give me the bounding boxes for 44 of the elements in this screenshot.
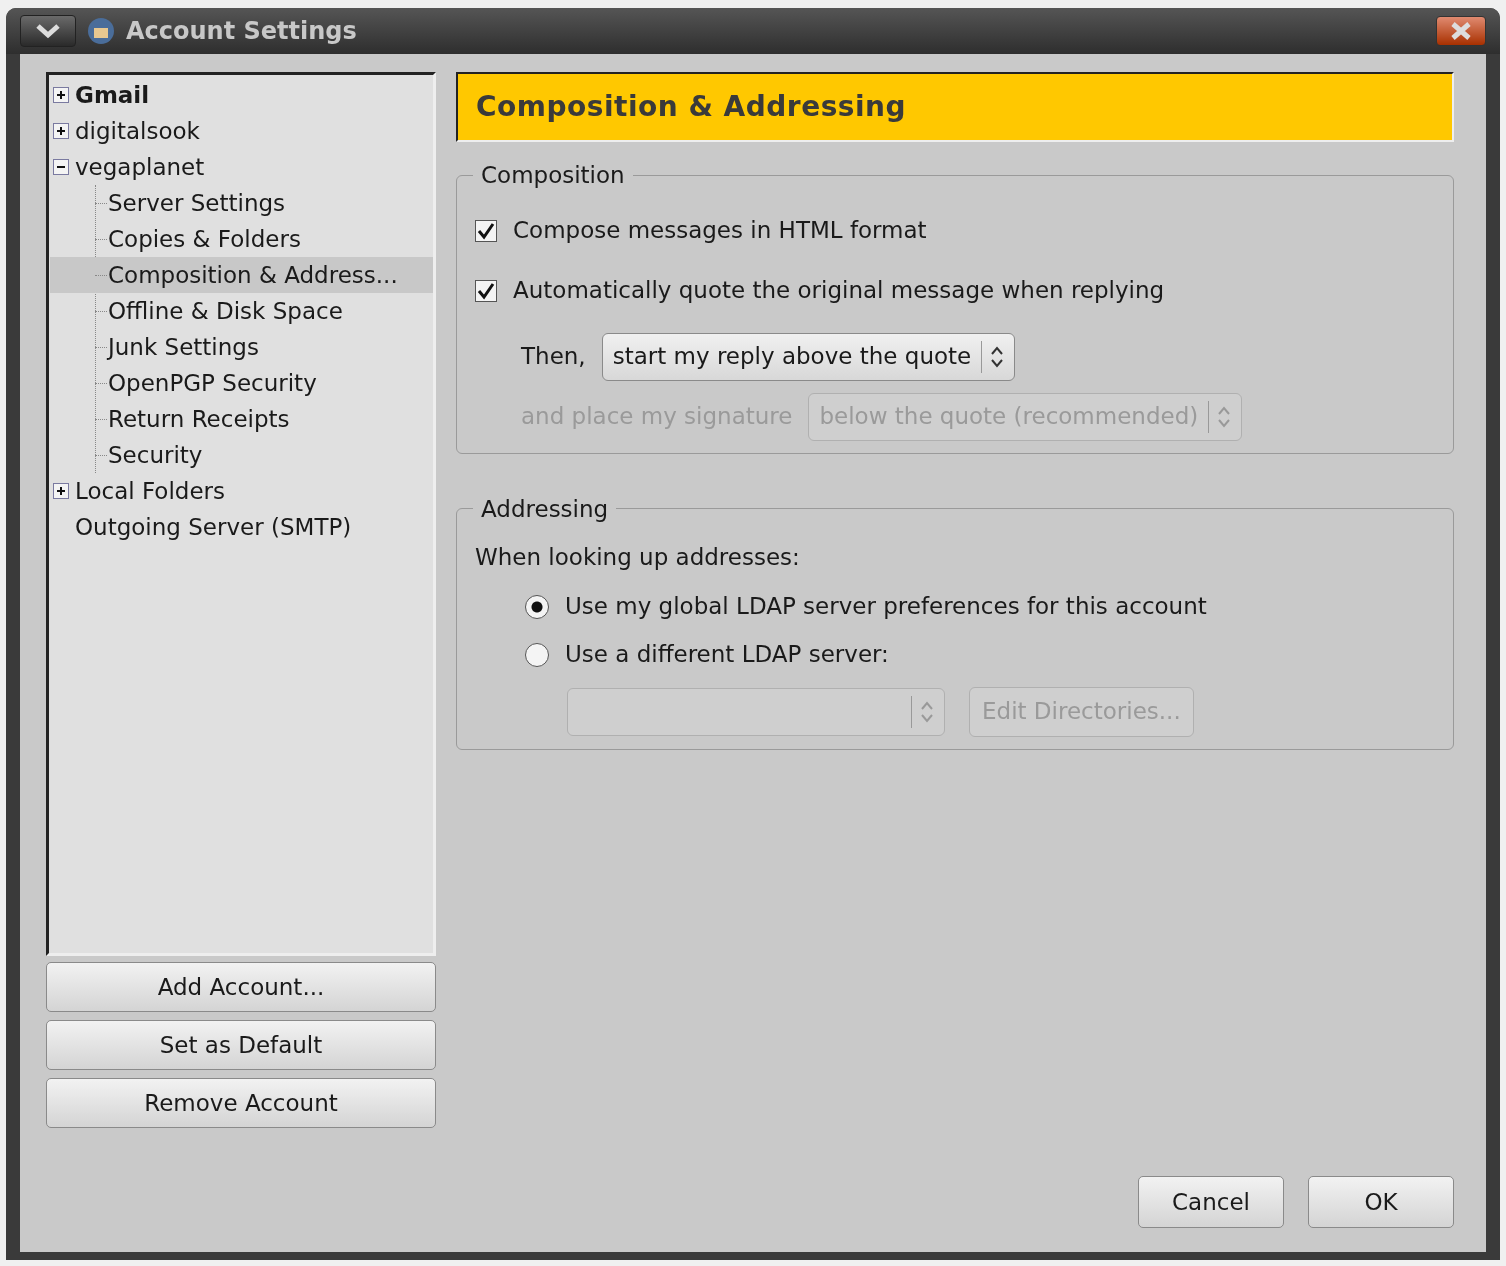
tree-item[interactable]: digitalsook (49, 113, 433, 149)
group-legend: Addressing (473, 491, 617, 526)
tree-item[interactable]: Return Receipts (50, 401, 433, 437)
tree-item[interactable]: Outgoing Server (SMTP) (49, 509, 433, 545)
tree-item[interactable]: Composition & Address... (50, 257, 433, 293)
window-title: Account Settings (126, 16, 357, 47)
account-button[interactable]: Set as Default (46, 1020, 436, 1070)
expand-icon[interactable] (53, 123, 69, 139)
dialog-button[interactable]: Cancel (1138, 1176, 1284, 1228)
checkbox-label: Compose messages in HTML format (513, 216, 927, 246)
dialog-button[interactable]: OK (1308, 1176, 1454, 1228)
account-button[interactable]: Remove Account (46, 1078, 436, 1128)
expand-icon[interactable] (53, 87, 69, 103)
tree-item[interactable]: vegaplanet (49, 149, 433, 185)
checkbox[interactable] (475, 219, 497, 242)
radio-label: Use a different LDAP server: (565, 640, 889, 670)
close-button[interactable] (1436, 16, 1486, 46)
tree-item[interactable]: Junk Settings (50, 329, 433, 365)
radio-label: Use my global LDAP server preferences for this account (565, 592, 1207, 622)
field-label: Then, (521, 342, 586, 372)
tree-item[interactable]: Offline & Disk Space (50, 293, 433, 329)
tree-item[interactable]: Server Settings (50, 185, 433, 221)
tree-item[interactable]: Copies & Folders (50, 221, 433, 257)
up-down-arrows-icon (920, 699, 934, 724)
close-icon (1449, 22, 1473, 40)
radio-button[interactable] (525, 594, 549, 619)
tree-item[interactable]: OpenPGP Security (50, 365, 433, 401)
reply-position-dropdown[interactable]: start my reply above the quote (601, 332, 1016, 381)
prompt-text: When looking up addresses: (475, 543, 801, 572)
account-button[interactable]: Add Account... (46, 962, 436, 1012)
tree-item[interactable]: Security (50, 437, 433, 473)
checkbox-label: Automatically quote the original message when replying (513, 276, 1165, 306)
up-down-arrows-icon (1217, 404, 1232, 429)
window-menu-button[interactable] (20, 15, 76, 47)
tree-item[interactable]: Gmail (49, 77, 433, 113)
collapse-icon[interactable] (53, 159, 69, 175)
group-legend: Composition (473, 158, 633, 193)
radio-button[interactable] (525, 642, 549, 667)
page-header: Composition & Addressing (456, 72, 1454, 142)
chevron-down-icon (35, 23, 61, 39)
expand-icon[interactable] (53, 483, 69, 499)
tree-item[interactable]: Local Folders (49, 473, 433, 509)
checkbox[interactable] (475, 279, 497, 302)
up-down-arrows-icon (990, 344, 1005, 369)
